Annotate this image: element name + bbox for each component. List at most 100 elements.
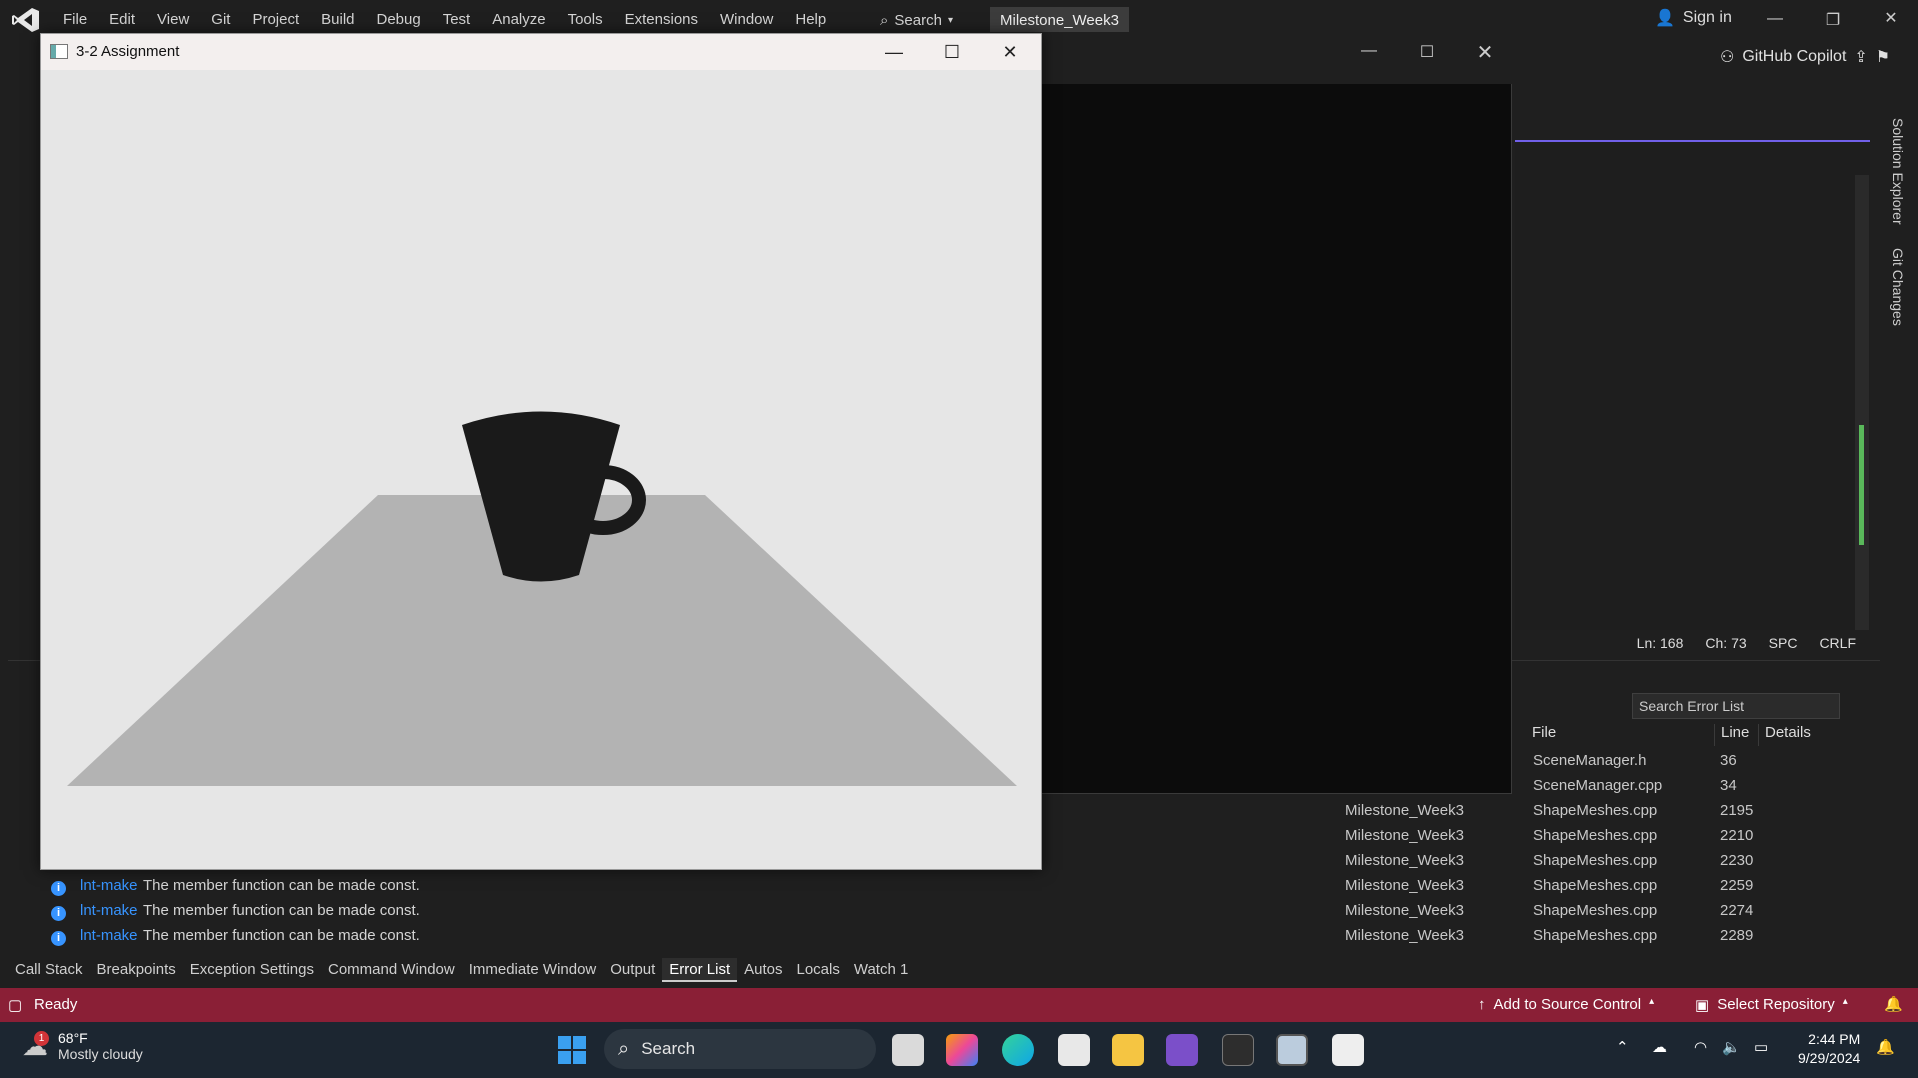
line-ending[interactable]: CRLF [1819,635,1856,651]
row-file: ShapeMeshes.cpp [1533,927,1658,944]
solution-name-badge[interactable]: Milestone_Week3 [990,7,1129,35]
app-window-icon [50,44,68,59]
vs-search-button[interactable]: ⌕ Search ▾ [880,9,953,31]
windows-start-icon[interactable] [556,1034,588,1066]
tab-output[interactable]: Output [603,958,662,982]
row-project: Milestone_Week3 [1345,852,1464,869]
tab-watch-1[interactable]: Watch 1 [847,958,915,982]
git-changes-tab[interactable]: Git Changes [1890,248,1906,326]
row-line: 2259 [1720,877,1754,894]
line-number[interactable]: Ln: 168 [1637,635,1684,651]
error-list-header: File Line Details [1520,724,1860,746]
row-line: 2195 [1720,802,1754,819]
table-row[interactable]: i lnt-make The member function can be ma… [45,927,1855,952]
tab-autos[interactable]: Autos [737,958,789,982]
editor-status-line: Ln: 168 Ch: 73 SPC CRLF [1515,630,1880,656]
change-marker [1859,425,1864,545]
taskbar-clock[interactable]: 2:44 PM 9/29/2024 [1798,1030,1860,1068]
editor-scrollbar[interactable] [1855,175,1869,630]
tab-call-stack[interactable]: Call Stack [8,958,90,982]
row-code-link[interactable]: lnt-make [80,902,138,919]
console-minimize-button[interactable]: — [1346,42,1392,60]
store-icon[interactable] [1058,1034,1090,1066]
weather-widget[interactable]: ☁ 1 68°F Mostly cloudy [22,1030,143,1062]
clock-time: 2:44 PM [1808,1031,1861,1047]
whitespace-mode[interactable]: SPC [1769,635,1798,651]
task-view-icon[interactable] [892,1034,924,1066]
column-line[interactable]: Line [1715,724,1759,746]
copilot-icon: ⚇ [1720,49,1735,66]
row-line: 2210 [1720,827,1754,844]
show-hidden-icons[interactable]: ⌃ [1616,1038,1629,1056]
weather-temperature: 68°F [58,1030,88,1046]
tab-locals[interactable]: Locals [790,958,847,982]
repository-label: Select Repository [1717,996,1835,1013]
row-file: ShapeMeshes.cpp [1533,902,1658,919]
github-copilot-button[interactable]: ⚇ GitHub Copilot ⇪ ⚑ [1720,47,1890,67]
terminal-icon[interactable] [1222,1034,1254,1066]
onedrive-icon[interactable]: ☁ [1652,1038,1667,1056]
visual-studio-logo-icon [12,8,39,32]
vs-minimize-button[interactable]: — [1752,10,1798,28]
info-icon: i [51,906,66,921]
row-line: 2230 [1720,852,1754,869]
opengl-window-title: 3-2 Assignment [76,43,180,60]
tab-exception-settings[interactable]: Exception Settings [183,958,321,982]
notification-icon[interactable]: 🔔 [1876,1038,1895,1056]
search-icon: ⌕ [618,1037,630,1060]
row-code-link[interactable]: lnt-make [80,927,138,944]
tool-window-tabs: Call Stack Breakpoints Exception Setting… [8,958,915,982]
wifi-icon[interactable]: ◠ [1694,1038,1707,1056]
sign-in-button[interactable]: 👤 Sign in [1655,8,1732,28]
row-line: 34 [1720,777,1737,794]
error-list-search-input[interactable]: Search Error List [1632,693,1840,719]
code-editor-pane[interactable] [1515,140,1870,630]
vs-close-button[interactable]: ✕ [1868,8,1914,28]
user-icon: 👤 [1655,10,1675,27]
share-icon[interactable]: ⇪ [1854,47,1867,67]
vs-maximize-button[interactable]: ❐ [1810,10,1856,30]
battery-icon[interactable]: ▭ [1754,1038,1768,1056]
copilot-label: GitHub Copilot [1742,48,1847,65]
tab-breakpoints[interactable]: Breakpoints [90,958,183,982]
table-row[interactable]: i lnt-make The member function can be ma… [45,902,1855,927]
vs-search-label: Search [894,11,942,29]
opengl-app-icon[interactable] [1276,1034,1308,1066]
gl-close-button[interactable]: ✕ [987,38,1033,66]
opengl-render-canvas[interactable] [41,70,1041,869]
gl-maximize-button[interactable]: ☐ [929,38,975,66]
column-details[interactable]: Details [1759,724,1849,746]
gl-minimize-button[interactable]: — [871,38,917,66]
row-code-link[interactable]: lnt-make [80,877,138,894]
row-line: 36 [1720,752,1737,769]
tab-error-list[interactable]: Error List [662,958,738,982]
tab-immediate-window[interactable]: Immediate Window [462,958,604,982]
table-row[interactable]: i lnt-make The member function can be ma… [45,877,1855,902]
arrow-up-icon: ↑ [1478,996,1486,1013]
visual-studio-taskbar-icon[interactable] [1166,1034,1198,1066]
solution-explorer-tab[interactable]: Solution Explorer [1890,118,1906,225]
edge-browser-icon[interactable] [1002,1034,1034,1066]
cloud-icon: ☁ 1 [22,1030,49,1061]
row-file: ShapeMeshes.cpp [1533,827,1658,844]
notification-bell-icon[interactable]: 🔔 [1884,995,1903,1013]
char-number[interactable]: Ch: 73 [1705,635,1746,651]
feedback-icon[interactable]: ⚑ [1876,47,1890,67]
console-maximize-button[interactable]: ☐ [1404,42,1450,62]
column-file[interactable]: File [1520,724,1715,746]
taskbar-search-box[interactable]: ⌕ Search [604,1029,876,1069]
select-repository-button[interactable]: ▣ Select Repository ▴ [1695,996,1848,1014]
chevron-down-icon: ▾ [947,14,953,26]
weather-badge: 1 [34,1030,49,1046]
volume-icon[interactable]: 🔈 [1722,1038,1741,1056]
repository-icon: ▣ [1695,997,1710,1014]
row-file: SceneManager.h [1533,752,1647,769]
console-close-button[interactable]: ✕ [1462,40,1508,65]
tab-command-window[interactable]: Command Window [321,958,462,982]
snipping-tool-icon[interactable] [1332,1034,1364,1066]
status-output-icon[interactable]: ▢ [8,996,22,1014]
copilot-app-icon[interactable] [946,1034,978,1066]
source-control-label: Add to Source Control [1493,996,1642,1013]
add-to-source-control-button[interactable]: ↑ Add to Source Control ▴ [1478,996,1654,1013]
file-explorer-icon[interactable] [1112,1034,1144,1066]
